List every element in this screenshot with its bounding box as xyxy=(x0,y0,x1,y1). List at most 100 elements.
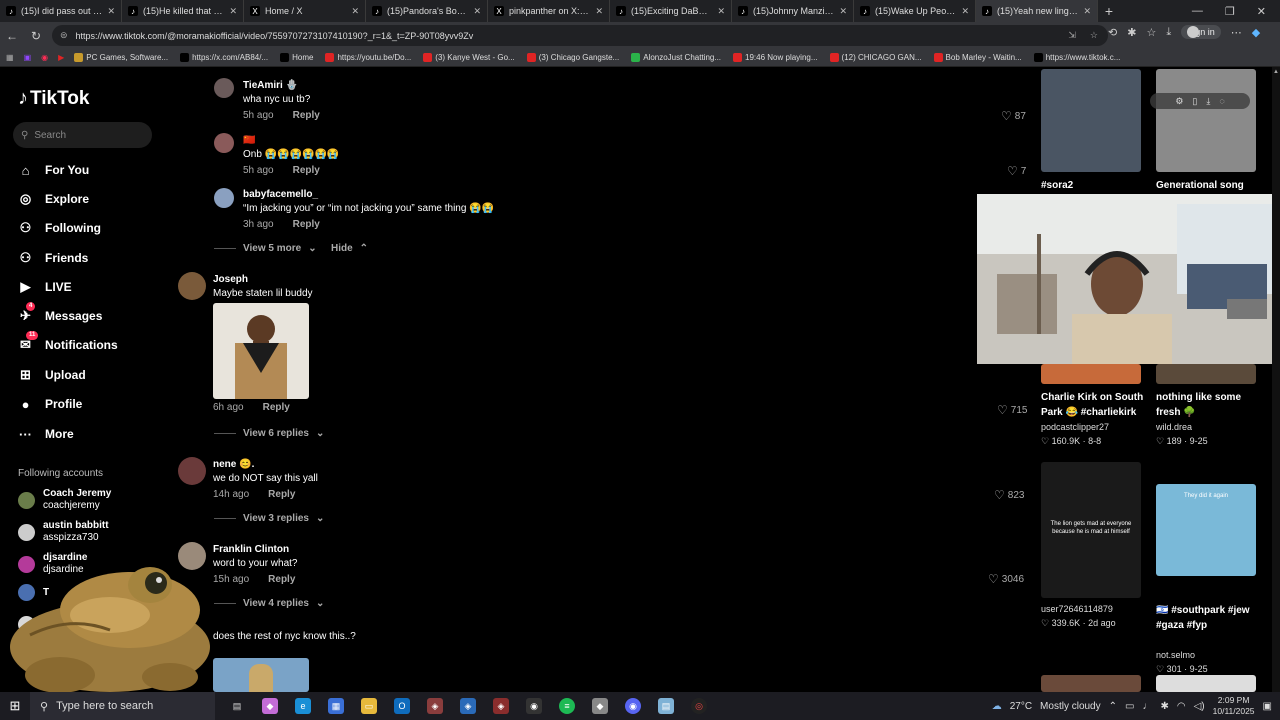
browser-tab[interactable]: ♪ (15)He killed that danc ✕ xyxy=(122,0,244,22)
browser-tab[interactable]: ♪ (15)I did pass out early ✕ xyxy=(0,0,122,22)
reply-button[interactable]: Reply xyxy=(293,165,320,176)
download-icon[interactable]: ⤓ xyxy=(1206,96,1210,107)
sidebar-item-notifications[interactable]: ✉ 11 Notifications xyxy=(18,331,168,356)
tab-close-icon[interactable]: ✕ xyxy=(1083,6,1091,17)
browser-tab[interactable]: ♪ (15)Pandora's Box in Al ✕ xyxy=(366,0,488,22)
hide-replies-button[interactable]: Hide ⌃ xyxy=(331,243,368,254)
video-title[interactable]: Charlie Kirk on South Park 😂 #charliekir… xyxy=(1041,390,1153,420)
search-input[interactable]: ⚲ Search xyxy=(13,122,152,148)
windows-start-icon[interactable]: ⊞ xyxy=(0,698,30,714)
video-thumbnail[interactable] xyxy=(1156,69,1256,172)
reply-button[interactable]: Reply xyxy=(263,402,290,413)
sidebar-item-more[interactable]: ··· More xyxy=(18,423,168,445)
view-replies-button[interactable]: View 3 replies ⌄ xyxy=(214,513,324,524)
install-app-icon[interactable]: ⇲ xyxy=(1068,30,1076,41)
url-bar[interactable]: ⊜ https://www.tiktok.com/@moramakioffici… xyxy=(52,25,1108,46)
sign-in-button[interactable]: Sign in xyxy=(1181,25,1221,39)
bookmark-item[interactable]: (3) Chicago Gangste... xyxy=(526,53,619,62)
extensions-puzzle-icon[interactable]: ✱ xyxy=(1127,26,1136,39)
youtube-bookmark-icon[interactable]: ▶ xyxy=(58,53,64,62)
video-author[interactable]: user72646114879 xyxy=(1041,604,1113,614)
avatar[interactable] xyxy=(178,272,206,300)
comment-author[interactable]: 🇨🇳 xyxy=(243,135,339,146)
music-bookmark-icon[interactable]: ◉ xyxy=(41,53,48,62)
new-tab-button[interactable]: + xyxy=(1098,3,1120,19)
minimize-icon[interactable]: — xyxy=(1192,5,1203,18)
bookmark-item[interactable]: PC Games, Software... xyxy=(74,53,168,62)
sidebar-item-explore[interactable]: ◎ Explore xyxy=(18,188,168,210)
site-info-icon[interactable]: ⊜ xyxy=(60,30,68,41)
bookmark-item[interactable]: (12) CHICAGO GAN... xyxy=(829,53,922,62)
sidebar-item-for-you[interactable]: ⌂ For You xyxy=(18,159,168,181)
comment-author[interactable]: TieAmiri 🪬 xyxy=(243,80,320,91)
browser-tab[interactable]: ♪ (15)Yeah new lingo in t ✕ xyxy=(976,0,1098,22)
tab-close-icon[interactable]: ✕ xyxy=(717,6,725,17)
video-thumbnail[interactable] xyxy=(1041,364,1141,384)
bookmark-item[interactable]: https://x.com/AB84/... xyxy=(180,53,268,62)
browser-tab[interactable]: ♪ (15)Wake Up People ✕ xyxy=(854,0,976,22)
video-author[interactable]: podcastclipper27 xyxy=(1041,422,1109,432)
video-author[interactable]: not.selmo xyxy=(1156,650,1195,660)
view-replies-button[interactable]: View 6 replies ⌄ xyxy=(214,428,324,439)
avatar[interactable] xyxy=(214,78,234,98)
twitch-bookmark-icon[interactable]: ▣ xyxy=(24,53,32,62)
copilot-icon[interactable]: ◆ xyxy=(1252,26,1260,39)
copy-icon[interactable]: ▯ xyxy=(1192,96,1197,107)
close-window-icon[interactable]: ✕ xyxy=(1257,5,1266,18)
extension-icon[interactable]: ⟲ xyxy=(1108,26,1117,39)
browser-tab[interactable]: ♪ (15)Exciting DaBaby Ed ✕ xyxy=(610,0,732,22)
video-title[interactable]: 🇮🇱 #southpark #jew #gaza #fyp xyxy=(1156,603,1268,633)
chrome-icon[interactable]: ◎ xyxy=(687,694,711,718)
reply-button[interactable]: Reply xyxy=(268,489,295,500)
comment-author[interactable]: babyfacemello_ xyxy=(243,189,494,200)
comment-like[interactable]: ♡ 715 xyxy=(997,403,1027,417)
video-thumbnail[interactable] xyxy=(1156,675,1256,692)
tab-close-icon[interactable]: ✕ xyxy=(229,6,237,17)
copilot-taskbar-icon[interactable]: ◆ xyxy=(258,694,282,718)
comment-author[interactable]: Franklin Clinton xyxy=(213,544,298,555)
browser-tab[interactable]: ♪ (15)Johnny Manziel: El ✕ xyxy=(732,0,854,22)
bookmark-item[interactable]: https://www.tiktok.c... xyxy=(1033,53,1120,62)
browser-tab[interactable]: X Home / X ✕ xyxy=(244,0,366,22)
video-thumbnail[interactable] xyxy=(1041,69,1141,172)
sidebar-item-profile[interactable]: ● Profile xyxy=(18,393,168,415)
tab-close-icon[interactable]: ✕ xyxy=(107,6,115,17)
spotify-icon[interactable]: ≡ xyxy=(555,694,579,718)
favorites-icon[interactable]: ☆ xyxy=(1146,26,1156,39)
back-arrow-icon[interactable]: ← xyxy=(0,29,24,43)
game-app-icon[interactable]: ◈ xyxy=(423,694,447,718)
tiktok-logo[interactable]: ♪ TikTok xyxy=(18,87,89,110)
video-title[interactable]: #sora2 xyxy=(1041,178,1153,193)
video-thumbnail[interactable]: They did it again xyxy=(1156,484,1256,576)
reply-button[interactable]: Reply xyxy=(268,574,295,585)
file-explorer-icon[interactable]: ▭ xyxy=(357,694,381,718)
tab-close-icon[interactable]: ✕ xyxy=(961,6,969,17)
app-shield-icon[interactable]: ◆ xyxy=(588,694,612,718)
following-account[interactable]: Coach Jeremy coachjeremy xyxy=(18,488,111,512)
system-clock[interactable]: 2:09 PM 10/11/2025 xyxy=(1213,695,1255,717)
avatar[interactable] xyxy=(214,188,234,208)
bookmark-item[interactable]: https://youtu.be/Do... xyxy=(325,53,411,62)
steam-icon[interactable]: ◉ xyxy=(522,694,546,718)
network-icon[interactable]: ▭ xyxy=(1125,701,1134,712)
reply-button[interactable]: Reply xyxy=(293,110,320,121)
settings-icon[interactable]: ⚙ xyxy=(1175,96,1183,107)
volume-icon[interactable]: ◁) xyxy=(1194,701,1205,712)
video-title[interactable]: nothing like some fresh 🌳 xyxy=(1156,390,1268,420)
avatar[interactable] xyxy=(214,133,234,153)
mic-icon[interactable]: ♩ xyxy=(1142,701,1152,712)
outlook-icon[interactable]: O xyxy=(390,694,414,718)
video-title[interactable]: Generational song xyxy=(1156,178,1268,193)
sidebar-item-messages[interactable]: ✈ 4 Messages xyxy=(18,302,168,327)
page-scrollbar[interactable]: ▲ xyxy=(1272,67,1280,692)
bluetooth-icon[interactable]: ✱ xyxy=(1160,701,1168,712)
sidebar-item-friends[interactable]: ⚇ Friends xyxy=(18,247,168,269)
restore-icon[interactable]: ❐ xyxy=(1225,5,1235,18)
view-replies-button[interactable]: View 4 replies ⌄ xyxy=(214,598,324,609)
discord-icon[interactable]: ◉ xyxy=(621,694,645,718)
wifi-icon[interactable]: ◠ xyxy=(1177,701,1186,712)
tab-close-icon[interactable]: ✕ xyxy=(473,6,481,17)
comment-like[interactable]: ♡ 87 xyxy=(1001,109,1026,123)
reload-icon[interactable]: ↻ xyxy=(24,29,48,43)
comment-like[interactable]: ♡ 3046 xyxy=(988,572,1024,586)
